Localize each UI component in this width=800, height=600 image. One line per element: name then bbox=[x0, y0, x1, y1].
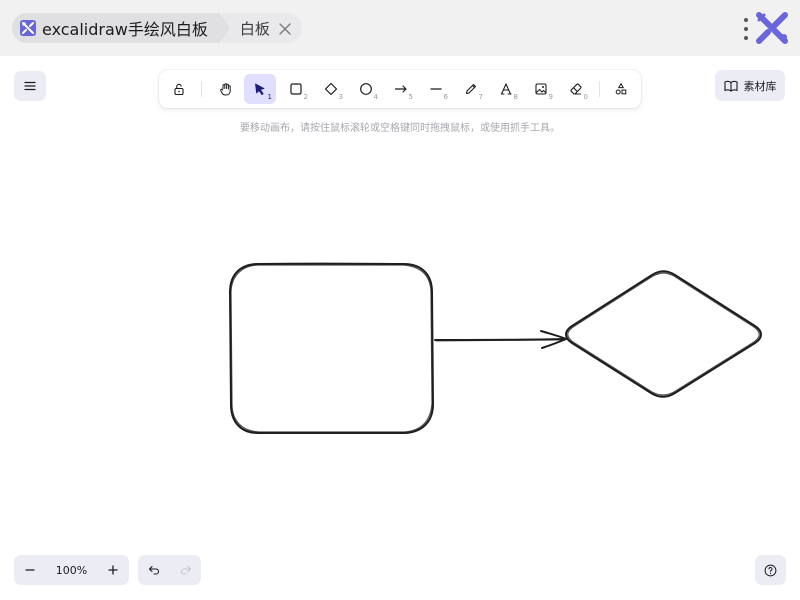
library-button[interactable]: 素材库 bbox=[715, 70, 785, 101]
library-label: 素材库 bbox=[743, 79, 777, 93]
zoom-in-button[interactable] bbox=[97, 555, 129, 585]
minus-icon bbox=[25, 569, 35, 571]
tool-shortcut: 6 bbox=[443, 93, 448, 101]
tool-shortcut: 1 bbox=[267, 93, 272, 101]
redo-icon bbox=[180, 565, 191, 575]
tool-shortcut: 3 bbox=[338, 93, 343, 101]
toolbar-divider bbox=[201, 81, 202, 97]
close-icon[interactable] bbox=[278, 21, 292, 35]
circle-icon bbox=[360, 83, 372, 95]
toolbar-divider bbox=[599, 81, 600, 97]
canvas-arrow[interactable] bbox=[434, 330, 567, 349]
app-crumb[interactable]: excalidraw手绘风白板 bbox=[12, 13, 230, 43]
image-icon bbox=[535, 83, 547, 95]
diamond-icon bbox=[324, 82, 338, 96]
tool-selection[interactable]: 1 bbox=[244, 74, 276, 104]
app-title: excalidraw手绘风白板 bbox=[42, 20, 208, 39]
tool-lock[interactable] bbox=[163, 74, 195, 104]
zoom-controls: 100% bbox=[14, 555, 129, 585]
more-options-icon[interactable] bbox=[740, 16, 752, 42]
eraser-icon bbox=[570, 83, 582, 95]
tool-rectangle[interactable]: 2 bbox=[280, 74, 312, 104]
tool-line[interactable]: 6 bbox=[420, 74, 452, 104]
help-button[interactable] bbox=[755, 555, 786, 585]
hamburger-icon bbox=[24, 81, 36, 91]
canvas-hint: 要移动画布，请按住鼠标滚轮或空格键同时拖拽鼠标，或使用抓手工具。 bbox=[240, 123, 560, 134]
excalidraw-app: excalidraw手绘风白板 白板 1 2 3 4 5 6 7 8 9 0 素… bbox=[0, 0, 800, 600]
lock-icon bbox=[174, 83, 184, 96]
history-controls bbox=[138, 555, 201, 585]
zoom-level[interactable]: 100% bbox=[48, 555, 95, 585]
tool-ellipse[interactable]: 4 bbox=[350, 74, 382, 104]
canvas-diamond[interactable] bbox=[565, 270, 762, 398]
tool-draw[interactable]: 7 bbox=[455, 74, 487, 104]
tool-eraser[interactable]: 0 bbox=[560, 74, 592, 104]
undo-button[interactable] bbox=[138, 555, 169, 585]
app-logo-icon bbox=[754, 10, 790, 46]
tool-hand[interactable] bbox=[210, 74, 242, 104]
pointer-icon bbox=[255, 83, 265, 95]
shapes-icon bbox=[615, 82, 627, 95]
tool-shortcut: 4 bbox=[373, 93, 378, 101]
book-icon bbox=[723, 80, 738, 92]
tool-shortcut: 9 bbox=[548, 93, 553, 101]
tool-image[interactable]: 9 bbox=[525, 74, 557, 104]
redo-button[interactable] bbox=[170, 555, 201, 585]
undo-icon bbox=[148, 565, 159, 575]
main-menu-button[interactable] bbox=[14, 71, 46, 101]
tab-whiteboard[interactable]: 白板 bbox=[221, 13, 302, 43]
tool-shortcut: 2 bbox=[303, 93, 308, 101]
plus-icon bbox=[108, 565, 118, 575]
tool-more-shapes[interactable] bbox=[605, 74, 637, 104]
hand-icon bbox=[220, 83, 231, 96]
zoom-out-button[interactable] bbox=[14, 555, 46, 585]
arrow-icon bbox=[394, 85, 407, 93]
shapes-toolbar: 1 2 3 4 5 6 7 8 9 0 bbox=[159, 70, 641, 108]
canvas-rectangle[interactable] bbox=[229, 262, 434, 434]
breadcrumb: excalidraw手绘风白板 白板 bbox=[12, 13, 302, 43]
excalidraw-logo-icon bbox=[20, 20, 36, 36]
tool-shortcut: 0 bbox=[583, 93, 588, 101]
tab-label: 白板 bbox=[239, 19, 270, 38]
tool-shortcut: 5 bbox=[408, 93, 413, 101]
tool-text[interactable]: 8 bbox=[490, 74, 522, 104]
tool-shortcut: 8 bbox=[513, 93, 518, 101]
tool-shortcut: 7 bbox=[478, 93, 483, 101]
square-icon bbox=[290, 83, 302, 95]
line-icon bbox=[430, 88, 442, 90]
tool-arrow[interactable]: 5 bbox=[385, 74, 417, 104]
tool-diamond[interactable]: 3 bbox=[315, 74, 347, 104]
text-icon bbox=[500, 83, 512, 95]
pencil-icon bbox=[465, 83, 477, 95]
title-bar: excalidraw手绘风白板 白板 bbox=[0, 0, 800, 56]
help-icon bbox=[764, 564, 777, 576]
